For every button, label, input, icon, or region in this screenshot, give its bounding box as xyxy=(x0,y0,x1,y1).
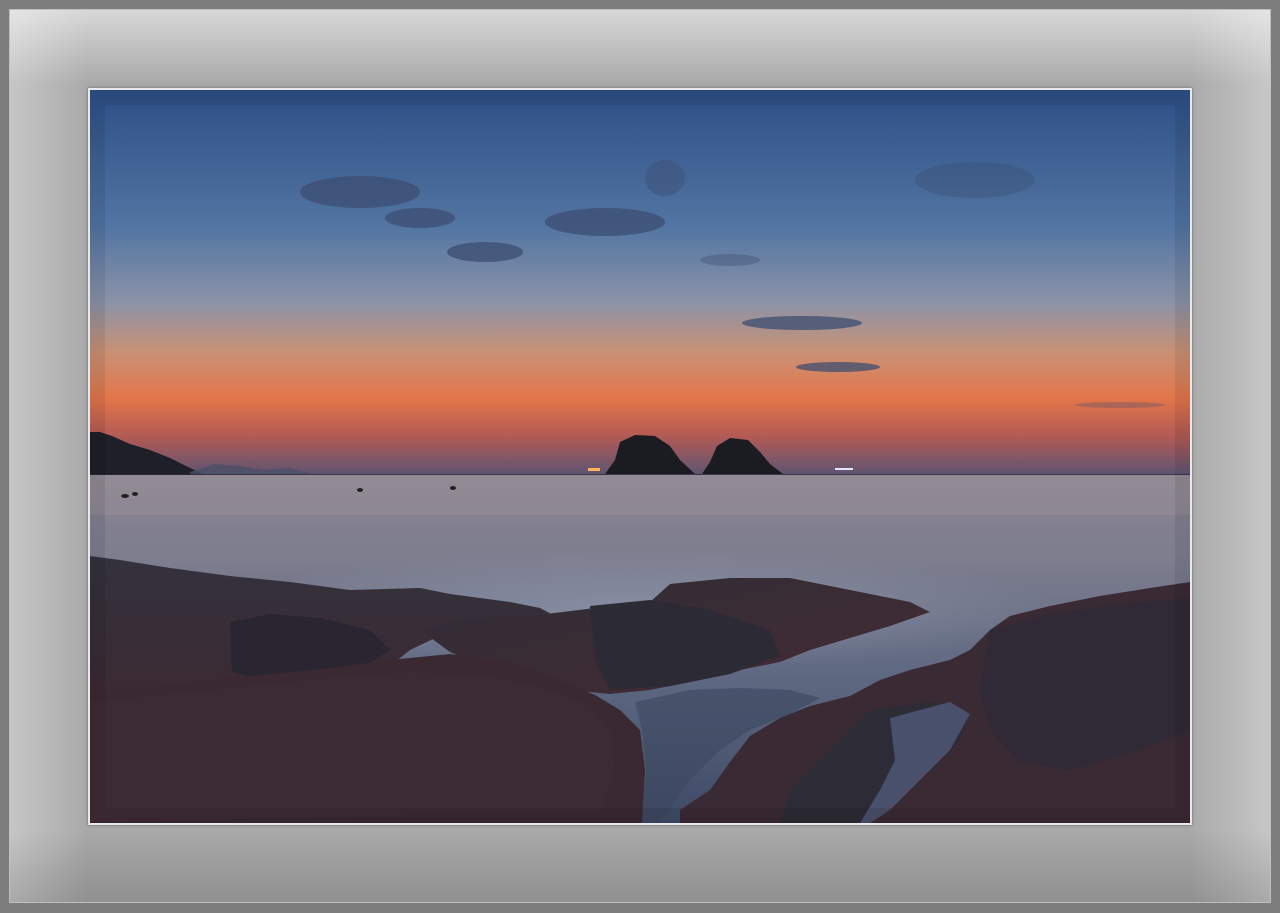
sky xyxy=(90,90,1190,475)
landscape-photo xyxy=(90,90,1190,823)
